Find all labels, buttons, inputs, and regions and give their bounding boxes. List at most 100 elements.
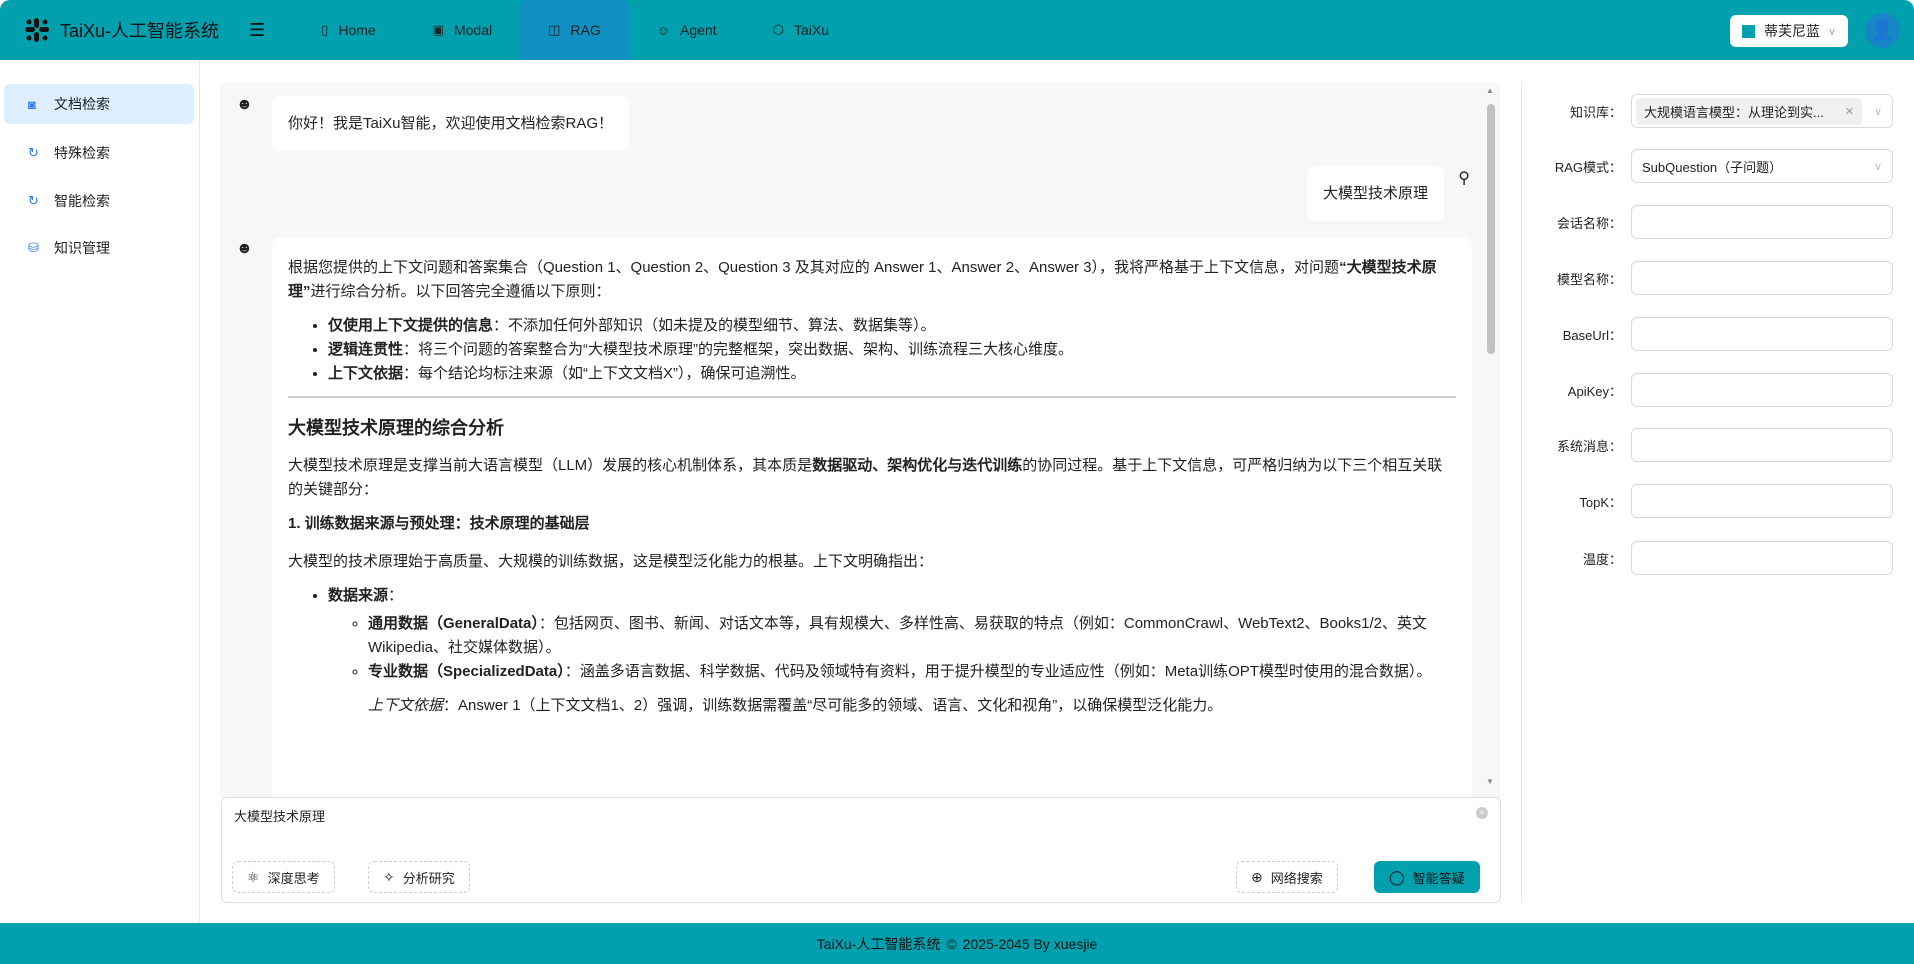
deep-think-button[interactable]: ⚛ 深度思考 bbox=[232, 861, 335, 893]
sidebar-item-special-search[interactable]: ↻ 特殊检索 bbox=[4, 133, 194, 173]
principle-title: 逻辑连贯性 bbox=[328, 341, 404, 358]
answer-bold: 数据驱动、架构优化与迭代训练 bbox=[812, 457, 1023, 474]
nav-agent[interactable]: ☺ Agent bbox=[629, 0, 745, 60]
doc-search-icon: ◙ bbox=[28, 96, 36, 112]
analysis-button[interactable]: ✧ 分析研究 bbox=[368, 861, 470, 893]
note-label: 上下文依据 bbox=[368, 697, 444, 714]
principle-item: 仅使用上下文提供的信息：不添加任何外部知识（如未提及的模型细节、算法、数据集等）… bbox=[328, 314, 1456, 338]
answer-text: 大模型的技术原理始于高质量、大规模的训练数据，这是模型泛化能力的根基。上下文明确… bbox=[288, 553, 934, 570]
base-url-input[interactable] bbox=[1631, 317, 1893, 351]
nav-modal[interactable]: ▣ Modal bbox=[404, 0, 520, 60]
session-name-row: 会话名称： bbox=[1522, 205, 1914, 239]
knowledge-base-row: 知识库： 大规模语言模型：从理论到实... ✕ ∨ bbox=[1522, 94, 1914, 128]
chat-area: ☻ 你好！我是TaiXu智能，欢迎使用文档检索RAG！ 大模型技术原理 ⚲ ☻ … bbox=[220, 82, 1500, 798]
scrollbar-thumb[interactable] bbox=[1487, 104, 1495, 354]
chevron-down-icon: ∨ bbox=[1873, 105, 1882, 118]
theme-select[interactable]: 蒂芙尼蓝 ∨ bbox=[1730, 15, 1848, 47]
chat-icon: ◯ bbox=[1389, 868, 1405, 885]
temperature-input[interactable] bbox=[1631, 541, 1893, 575]
sidebar-item-label: 知识管理 bbox=[54, 240, 110, 256]
topk-input[interactable] bbox=[1631, 484, 1893, 518]
user-message: 大模型技术原理 bbox=[1306, 166, 1444, 221]
chat-scrollbar[interactable]: ▲ ▼ bbox=[1486, 86, 1496, 786]
api-key-input[interactable] bbox=[1631, 373, 1893, 407]
user-icon: 👤 bbox=[1871, 20, 1894, 40]
web-search-button[interactable]: ⊕ 网络搜索 bbox=[1236, 861, 1338, 893]
api-key-row: ApiKey： bbox=[1522, 373, 1914, 407]
knowledge-base-select[interactable]: 大规模语言模型：从理论到实... ✕ ∨ bbox=[1631, 94, 1893, 128]
scroll-down-icon[interactable]: ▼ bbox=[1486, 777, 1494, 786]
sidebar-item-knowledge[interactable]: ⛁ 知识管理 bbox=[4, 228, 194, 268]
clear-icon[interactable]: × bbox=[1476, 807, 1488, 819]
theme-label: 蒂芙尼蓝 bbox=[1764, 23, 1820, 39]
answer-text: 大模型技术原理是支撑当前大语言模型（LLM）发展的核心机制体系，其本质是 bbox=[288, 457, 813, 474]
question-input-value[interactable]: 大模型技术原理 bbox=[234, 806, 325, 825]
sidebar-item-label: 文档检索 bbox=[54, 96, 110, 112]
rag-mode-row: RAG模式： SubQuestion（子问题） ∨ bbox=[1522, 149, 1914, 183]
button-label: 网络搜索 bbox=[1270, 870, 1323, 886]
field-label: 系统消息： bbox=[1556, 439, 1622, 454]
principle-title: 上下文依据 bbox=[328, 365, 404, 382]
bot-greeting: 你好！我是TaiXu智能，欢迎使用文档检索RAG！ bbox=[272, 96, 630, 151]
settings-panel: 知识库： 大规模语言模型：从理论到实... ✕ ∨ RAG模式： SubQuesti… bbox=[1521, 82, 1914, 902]
list-title: 数据来源 bbox=[328, 587, 389, 604]
divider bbox=[288, 396, 1456, 398]
field-label: RAG模式： bbox=[1554, 160, 1622, 175]
ai-image-icon: ▣ bbox=[431, 22, 444, 37]
rag-mode-value: SubQuestion（子问题） bbox=[1642, 159, 1783, 175]
question-input[interactable]: 大模型技术原理 × ⚛ 深度思考 ✧ 分析研究 ⊕ 网络搜索 ◯ 智能答疑 bbox=[221, 797, 1501, 903]
topk-row: TopK： bbox=[1522, 484, 1914, 518]
note-text: ：Answer 1（上下文文档1、2）强调，训练数据需覆盖“尽可能多的领域、语言… bbox=[443, 697, 1223, 714]
scroll-up-icon[interactable]: ▲ bbox=[1486, 86, 1494, 95]
nav-home[interactable]: ▯ Home bbox=[293, 0, 404, 60]
answer-heading: 大模型技术原理的综合分析 bbox=[288, 418, 504, 438]
user-avatar[interactable]: 👤 bbox=[1865, 13, 1900, 48]
smart-answer-button[interactable]: ◯ 智能答疑 bbox=[1374, 861, 1480, 893]
rag-mode-select[interactable]: SubQuestion（子问题） ∨ bbox=[1631, 149, 1893, 183]
footer-title: TaiXu-人工智能系统 bbox=[816, 935, 941, 952]
logo-icon bbox=[25, 18, 49, 42]
answer-text: 根据您提供的上下文问题和答案集合（Question 1、Question 2、Q… bbox=[288, 259, 1340, 276]
field-label: 知识库： bbox=[1569, 105, 1622, 120]
sub-title: 专业数据（SpecializedData） bbox=[368, 663, 565, 680]
session-name-input[interactable] bbox=[1631, 205, 1893, 239]
robot-icon: ☻ bbox=[236, 96, 253, 113]
sub-title: 通用数据（GeneralData） bbox=[368, 615, 539, 632]
refresh-search-icon: ↻ bbox=[28, 145, 39, 160]
answer-text: 进行综合分析。以下回答完全遵循以下原则： bbox=[310, 283, 611, 300]
principle-text: ：不添加任何外部知识（如未提及的模型细节、算法、数据集等）。 bbox=[493, 317, 936, 334]
list-text: ： bbox=[388, 587, 404, 604]
temperature-row: 温度： bbox=[1522, 541, 1914, 575]
model-name-row: 模型名称： bbox=[1522, 261, 1914, 295]
sidebar-item-label: 智能检索 bbox=[54, 193, 110, 209]
system-message-input[interactable] bbox=[1631, 428, 1893, 462]
collapse-menu-icon[interactable]: ☰ bbox=[249, 20, 265, 41]
user-icon: ⚲ bbox=[1458, 170, 1470, 187]
sidebar-item-doc-search[interactable]: ◙ 文档检索 bbox=[4, 84, 194, 124]
nav-taixu[interactable]: ⬡ TaiXu bbox=[745, 0, 857, 60]
sidebar: ◙ 文档检索 ↻ 特殊检索 ↻ 智能检索 ⛁ 知识管理 bbox=[0, 60, 200, 923]
sparkle-icon: ✧ bbox=[383, 868, 395, 885]
sub-text: ：涵盖多语言数据、科学数据、代码及领域特有资料，用于提升模型的专业适应性（例如：… bbox=[564, 663, 1432, 680]
copyright-icon: © bbox=[946, 935, 957, 952]
taixu-icon: ⬡ bbox=[772, 22, 784, 37]
chevron-down-icon: ∨ bbox=[1828, 25, 1837, 38]
bot-answer: 根据您提供的上下文问题和答案集合（Question 1、Question 2、Q… bbox=[272, 238, 1472, 798]
field-label: 模型名称： bbox=[1556, 272, 1622, 287]
model-name-input[interactable] bbox=[1631, 261, 1893, 295]
close-icon[interactable]: ✕ bbox=[1845, 105, 1854, 118]
section-heading: 1. 训练数据来源与预处理：技术原理的基础层 bbox=[288, 515, 590, 532]
nav-rag[interactable]: ◫ RAG bbox=[520, 0, 629, 60]
robot-icon: ☻ bbox=[236, 240, 253, 257]
theme-swatch bbox=[1742, 24, 1755, 38]
sub-list-item: 通用数据（GeneralData）：包括网页、图书、新闻、对话文本等，具有规模大… bbox=[368, 612, 1456, 660]
principle-text: ：每个结论均标注来源（如“上下文文档X”），确保可追溯性。 bbox=[403, 365, 806, 382]
nav-label: TaiXu bbox=[794, 22, 830, 38]
nav-label: Modal bbox=[453, 22, 493, 38]
sidebar-item-smart-search[interactable]: ↻ 智能检索 bbox=[4, 181, 194, 221]
sidebar-item-label: 特殊检索 bbox=[54, 145, 110, 161]
atom-icon: ⚛ bbox=[247, 868, 260, 885]
kb-tag: 大规模语言模型：从理论到实... ✕ bbox=[1636, 97, 1862, 125]
field-label: 会话名称： bbox=[1556, 216, 1622, 231]
app-logo[interactable]: TaiXu-人工智能系统 bbox=[24, 17, 219, 43]
